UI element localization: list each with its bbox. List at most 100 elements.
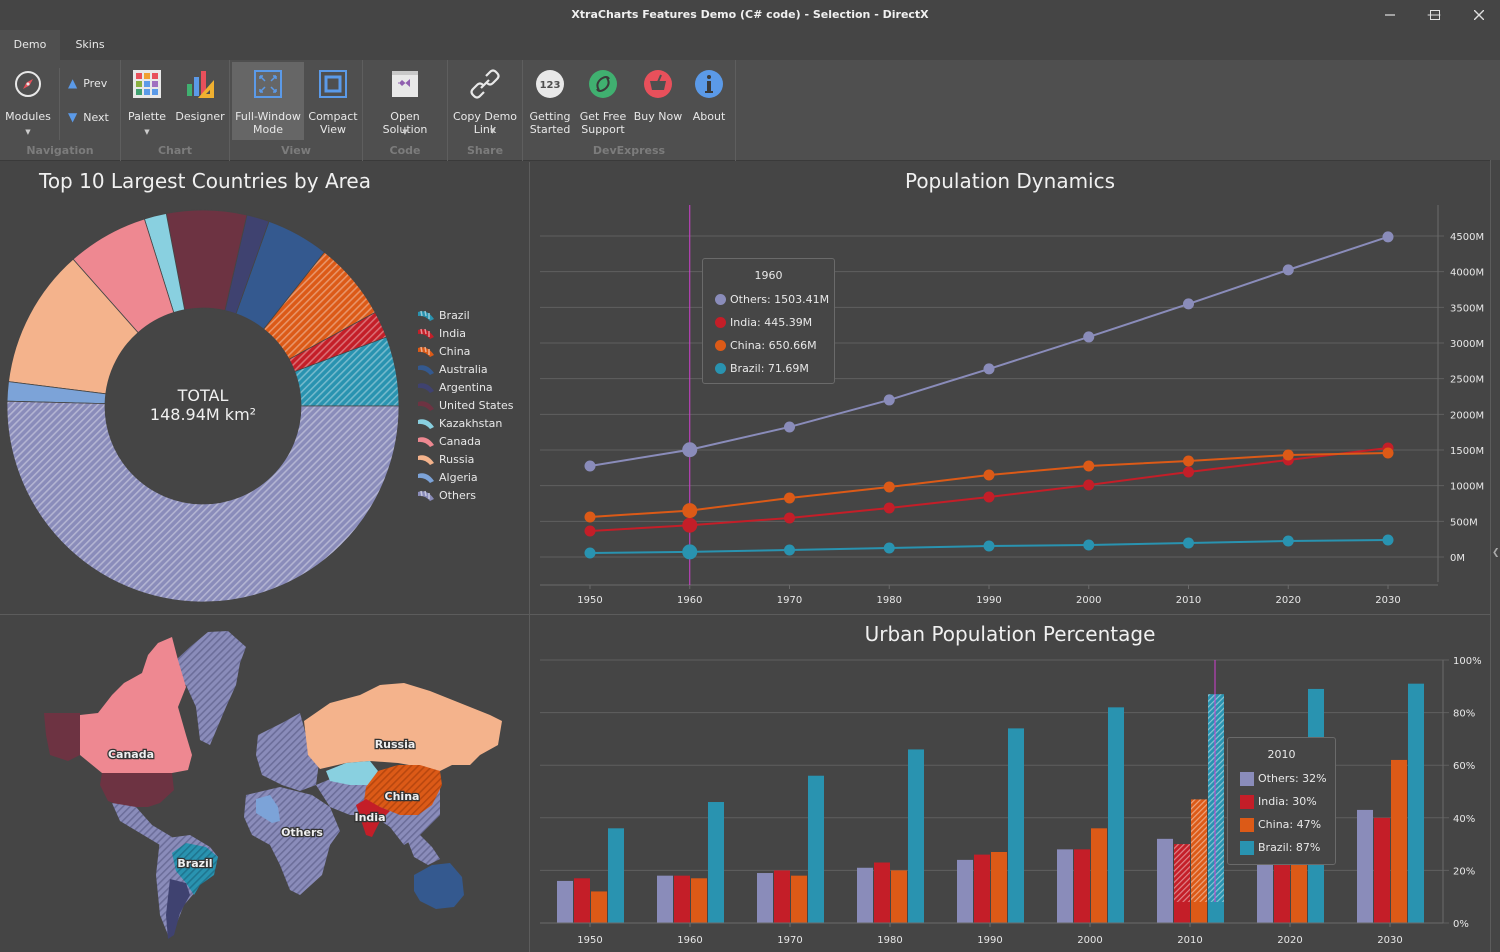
tab-skins[interactable]: Skins (62, 30, 118, 60)
data-point-others[interactable] (1382, 231, 1394, 243)
data-point-india[interactable] (983, 491, 995, 503)
data-point-china[interactable] (1183, 455, 1194, 467)
data-point-china[interactable] (1382, 447, 1394, 459)
buy-now-button[interactable]: Buy Now (633, 62, 683, 140)
map-region-australia[interactable] (414, 863, 464, 909)
designer-button[interactable]: Designer (173, 62, 227, 140)
palette-button[interactable]: Palette ▼ (125, 62, 169, 140)
map-region-alaska[interactable] (44, 713, 80, 761)
data-point-others[interactable] (784, 421, 795, 433)
bar-brazil-1970[interactable] (808, 775, 824, 923)
full-window-mode-button[interactable]: Full-Window Mode (232, 62, 304, 140)
data-point-brazil[interactable] (1382, 534, 1394, 546)
data-point-india[interactable] (584, 525, 596, 537)
bar-china-2000[interactable] (1091, 828, 1107, 923)
legend-item-united-states[interactable]: United States (417, 396, 514, 414)
bar-brazil-2000[interactable] (1108, 707, 1124, 923)
data-point-brazil[interactable] (1282, 535, 1294, 547)
data-point-others[interactable] (682, 442, 698, 458)
map-region-russia[interactable] (304, 683, 502, 771)
data-point-india[interactable] (784, 512, 795, 524)
modules-button[interactable]: Modules ▼ (2, 62, 54, 140)
about-button[interactable]: About (685, 62, 733, 140)
data-point-india[interactable] (1183, 466, 1194, 478)
bar-india-2030[interactable] (1374, 817, 1390, 923)
bar-china-1990[interactable] (991, 851, 1007, 923)
legend-item-india[interactable]: India (417, 324, 514, 342)
compact-view-button[interactable]: Compact View (306, 62, 360, 140)
bar-china-1970[interactable] (791, 875, 807, 923)
legend-item-china[interactable]: China (417, 342, 514, 360)
bar-others-1950[interactable] (557, 880, 573, 923)
bar-china-1950[interactable] (591, 891, 607, 923)
data-point-others[interactable] (1282, 264, 1294, 276)
series-line-india[interactable] (589, 447, 1389, 532)
side-panel-handle[interactable]: ❮ (1490, 160, 1500, 952)
copy-demo-link-button[interactable]: Copy Demo Link ▼ (452, 62, 518, 140)
map-region-se-asia[interactable] (404, 831, 440, 865)
bar-china-2030[interactable] (1391, 759, 1407, 923)
bar-others-1970[interactable] (757, 873, 773, 923)
data-point-others[interactable] (983, 363, 995, 375)
bar-others-1990[interactable] (957, 859, 973, 923)
data-point-brazil[interactable] (784, 544, 795, 556)
bar-others-1960[interactable] (657, 875, 673, 923)
get-free-support-button[interactable]: Get Free Support (577, 62, 629, 140)
next-button[interactable]: ▼ Next (68, 110, 109, 124)
data-point-brazil[interactable] (1083, 539, 1095, 551)
open-solution-button[interactable]: Open Solution ▼ (367, 62, 443, 140)
bar-brazil-1990[interactable] (1008, 728, 1024, 923)
map-region-argentina[interactable] (166, 879, 190, 939)
data-point-brazil[interactable] (883, 542, 895, 554)
bar-others-2010[interactable] (1157, 838, 1173, 923)
bar-brazil-1960[interactable] (708, 802, 724, 923)
legend-item-kazakhstan[interactable]: Kazakhstan (417, 414, 514, 432)
data-point-india[interactable] (883, 502, 895, 514)
data-point-others[interactable] (1183, 298, 1194, 310)
bar-india-1980[interactable] (874, 862, 890, 923)
data-point-china[interactable] (682, 503, 698, 519)
bar-others-2030[interactable] (1357, 809, 1373, 923)
donut-slice-others[interactable] (6, 400, 400, 603)
legend-item-others[interactable]: Others (417, 486, 514, 504)
data-point-others[interactable] (1083, 331, 1095, 343)
data-point-china[interactable] (883, 481, 895, 493)
data-point-india[interactable] (1083, 479, 1095, 491)
data-point-china[interactable] (1083, 460, 1095, 472)
getting-started-button[interactable]: 123 Getting Started (525, 62, 575, 140)
data-point-others[interactable] (883, 394, 895, 406)
data-point-brazil[interactable] (983, 540, 995, 552)
bar-india-1950[interactable] (574, 878, 590, 923)
data-point-china[interactable] (584, 511, 596, 523)
tab-demo[interactable]: Demo (0, 30, 60, 60)
minimize-button-2[interactable] (1370, 4, 1410, 26)
bar-china-1980[interactable] (891, 870, 907, 923)
data-point-china[interactable] (983, 469, 995, 481)
data-point-brazil[interactable] (682, 544, 698, 560)
bar-brazil-2030[interactable] (1408, 683, 1424, 923)
data-point-india[interactable] (682, 517, 698, 533)
close-button[interactable] (1459, 4, 1499, 26)
bar-india-1970[interactable] (774, 870, 790, 923)
bar-others-2000[interactable] (1057, 849, 1073, 923)
legend-item-australia[interactable]: Australia (417, 360, 514, 378)
legend-item-russia[interactable]: Russia (417, 450, 514, 468)
bar-india-1960[interactable] (674, 875, 690, 923)
prev-button[interactable]: ▲ Prev (68, 76, 107, 90)
bar-india-2000[interactable] (1074, 849, 1090, 923)
data-point-others[interactable] (584, 460, 596, 472)
data-point-china[interactable] (784, 492, 795, 504)
bar-brazil-1980[interactable] (908, 749, 924, 923)
data-point-brazil[interactable] (1183, 537, 1194, 549)
bar-brazil-1950[interactable] (608, 828, 624, 923)
bar-india-1990[interactable] (974, 854, 990, 923)
legend-item-algeria[interactable]: Algeria (417, 468, 514, 486)
legend-item-argentina[interactable]: Argentina (417, 378, 514, 396)
bar-others-1980[interactable] (857, 867, 873, 923)
legend-item-canada[interactable]: Canada (417, 432, 514, 450)
legend-item-brazil[interactable]: Brazil (417, 306, 514, 324)
data-point-china[interactable] (1282, 449, 1294, 461)
data-point-brazil[interactable] (584, 547, 596, 559)
map-region-united-states[interactable] (100, 773, 174, 807)
bar-china-1960[interactable] (691, 878, 707, 923)
